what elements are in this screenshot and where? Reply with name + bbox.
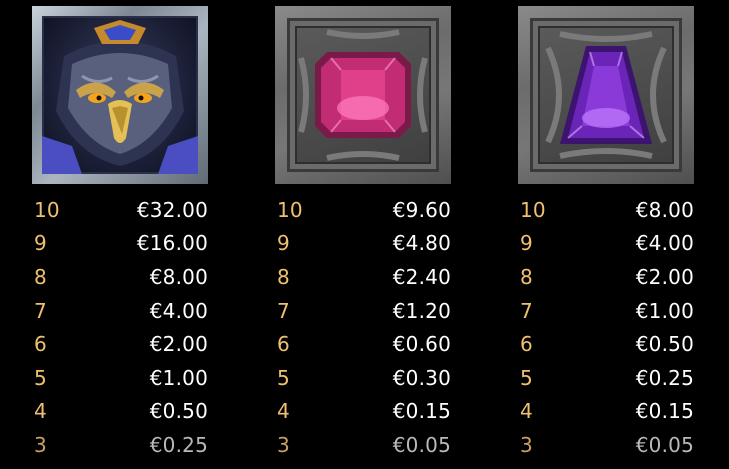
paytable-row: 6 €0.50 [518,327,694,361]
payout-value: €0.30 [392,365,451,390]
paytable-row: 10 €32.00 [32,193,208,227]
paytable-row: 3 €0.05 [518,428,694,462]
payout-value: €1.00 [635,298,694,323]
symbol-count: 10 [277,197,303,222]
payout-value: €0.25 [635,365,694,390]
paytable-row: 9 €4.00 [518,227,694,261]
symbol-count: 3 [34,432,47,457]
symbol-count: 6 [520,332,533,357]
paytable-row: 8 €2.00 [518,260,694,294]
paytable-row: 9 €16.00 [32,227,208,261]
symbol-count: 7 [34,298,47,323]
payout-value: €8.00 [149,264,208,289]
symbol-count: 10 [520,197,546,222]
paytable-row: 9 €4.80 [275,227,451,261]
purple-gem-icon [545,31,667,159]
paytable-row: 4 €0.15 [518,395,694,429]
paytable-column-owl: 10 €32.00 9 €16.00 8 €8.00 7 €4.00 6 €2.… [32,6,208,462]
payout-value: €9.60 [392,197,451,222]
paytable-row: 6 €2.00 [32,327,208,361]
paytable-row: 4 €0.50 [32,395,208,429]
paytable-row: 6 €0.60 [275,327,451,361]
symbol-count: 5 [277,365,290,390]
payout-value: €0.15 [635,399,694,424]
pink-gem-icon [298,29,428,161]
symbol-count: 9 [277,231,290,256]
payout-value: €32.00 [136,197,208,222]
paytable-row: 5 €1.00 [32,361,208,395]
payout-value: €4.00 [635,231,694,256]
paytable-row: 5 €0.25 [518,361,694,395]
symbol-count: 6 [34,332,47,357]
symbol-count: 3 [277,432,290,457]
payout-value: €0.50 [149,399,208,424]
payout-value: €0.05 [392,432,451,457]
payout-value: €1.20 [392,298,451,323]
payout-value: €16.00 [136,231,208,256]
symbol-tile-pink-gem [275,6,451,184]
symbol-count: 8 [34,264,47,289]
paytable-column-purple-gem: 10 €8.00 9 €4.00 8 €2.00 7 €1.00 6 €0.50… [518,6,694,462]
paytable-row: 10 €9.60 [275,193,451,227]
owl-knight-icon [42,20,198,174]
paytable-row: 3 €0.25 [32,428,208,462]
paytable-row: 10 €8.00 [518,193,694,227]
payout-value: €0.05 [635,432,694,457]
symbol-count: 4 [34,399,47,424]
symbol-count: 6 [277,332,290,357]
paytable-row: 8 €8.00 [32,260,208,294]
payout-value: €0.25 [149,432,208,457]
symbol-tile-owl [32,6,208,184]
paytable-row: 7 €1.00 [518,294,694,328]
payout-value: €0.15 [392,399,451,424]
symbol-count: 4 [277,399,290,424]
symbol-count: 10 [34,197,60,222]
symbol-count: 9 [34,231,47,256]
symbol-count: 7 [520,298,533,323]
paytable-row: 7 €1.20 [275,294,451,328]
symbol-count: 3 [520,432,533,457]
payout-value: €1.00 [149,365,208,390]
symbol-count: 9 [520,231,533,256]
symbol-count: 8 [520,264,533,289]
paytable-row: 7 €4.00 [32,294,208,328]
paytable-row: 4 €0.15 [275,395,451,429]
payout-value: €4.80 [392,231,451,256]
payout-value: €0.50 [635,332,694,357]
payout-value: €0.60 [392,332,451,357]
symbol-count: 8 [277,264,290,289]
paytable-row: 5 €0.30 [275,361,451,395]
paytable-row: 8 €2.40 [275,260,451,294]
payout-value: €8.00 [635,197,694,222]
symbol-count: 5 [520,365,533,390]
symbol-count: 4 [520,399,533,424]
payout-value: €2.00 [635,264,694,289]
symbol-count: 7 [277,298,290,323]
symbol-tile-purple-gem [518,6,694,184]
paytable-column-pink-gem: 10 €9.60 9 €4.80 8 €2.40 7 €1.20 6 €0.60… [275,6,451,462]
payout-value: €4.00 [149,298,208,323]
paytable-row: 3 €0.05 [275,428,451,462]
payout-value: €2.00 [149,332,208,357]
payout-value: €2.40 [392,264,451,289]
symbol-count: 5 [34,365,47,390]
